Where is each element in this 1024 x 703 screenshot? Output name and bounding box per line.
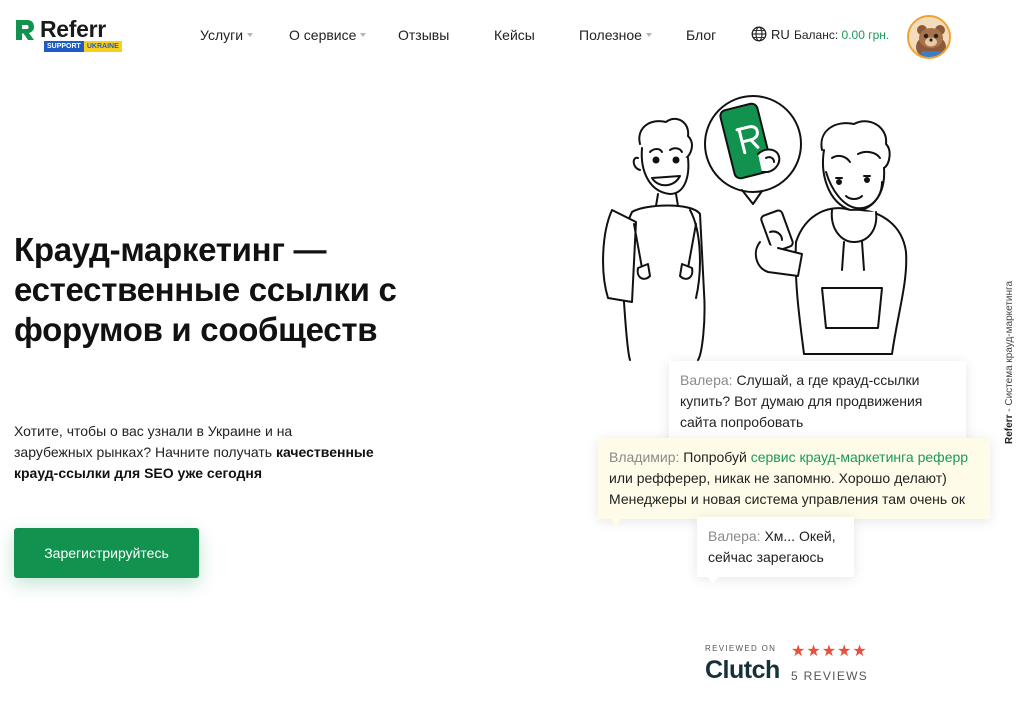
- avatar[interactable]: [907, 15, 951, 59]
- side-label: Referr - Система крауд-маркетинга: [1004, 281, 1015, 444]
- chat-message-valera-1: Валера: Слушай, а где крауд-ссылки купит…: [669, 361, 966, 442]
- nav-label: Отзывы: [398, 27, 450, 43]
- side-label-brand: Referr: [1004, 414, 1015, 444]
- side-label-text: - Система крауд-маркетинга: [1004, 280, 1015, 412]
- nav-item-cases[interactable]: Кейсы: [494, 27, 579, 43]
- logo-link[interactable]: Referr SUPPORT UKRAINE: [14, 16, 124, 52]
- nav-label: Кейсы: [494, 27, 535, 43]
- chat-message-valera-2: Валера: Хм... Окей, сейчас зарегаюсь: [697, 517, 854, 584]
- clutch-logo: Clutch: [705, 656, 780, 684]
- nav-item-reviews[interactable]: Отзывы: [398, 27, 494, 43]
- main-nav: Услуги О сервисе Отзывы Кейсы Полезное Б…: [200, 25, 716, 45]
- badge-support: SUPPORT: [44, 41, 84, 52]
- hero-lead: Хотите, чтобы о вас узнали в Украине и н…: [14, 421, 374, 484]
- bubble-tail: [707, 576, 719, 584]
- balance-link[interactable]: Баланс: 0.00 грн.: [794, 28, 889, 42]
- chat-author: Валера:: [708, 528, 761, 544]
- nav-label: О сервисе: [289, 27, 357, 43]
- balance-label: Баланс:: [794, 28, 839, 42]
- chevron-down-icon: [247, 33, 254, 37]
- logo-text: Referr: [40, 16, 106, 42]
- register-button[interactable]: Зарегистрируйтесь: [14, 528, 199, 578]
- globe-icon: [751, 26, 767, 42]
- nav-label: Полезное: [579, 27, 642, 43]
- clutch-reviewed-on: REVIEWED ON: [705, 644, 777, 653]
- hero-illustration: [602, 95, 908, 361]
- nav-item-blog[interactable]: Блог: [686, 27, 716, 43]
- nav-label: Услуги: [200, 27, 244, 43]
- star-rating-icon: ★★★★★: [791, 643, 868, 660]
- language-switcher[interactable]: RU: [751, 26, 790, 42]
- chat-text: Попробуй: [683, 449, 747, 465]
- support-ukraine-badge: SUPPORT UKRAINE: [44, 41, 122, 52]
- nav-item-useful[interactable]: Полезное: [579, 27, 686, 43]
- nav-item-services[interactable]: Услуги: [200, 27, 289, 43]
- badge-ukraine: UKRAINE: [83, 41, 122, 52]
- crowd-marketing-service-link[interactable]: сервис крауд-маркетинга реферр: [751, 449, 968, 465]
- hero-lead-text: Хотите, чтобы о вас узнали в Украине и н…: [14, 423, 293, 460]
- page-title: Крауд-маркетинг — естественные ссылки с …: [14, 231, 397, 348]
- chevron-down-icon: [645, 33, 652, 37]
- nav-label: Блог: [686, 27, 717, 43]
- chat-author: Валера:: [680, 372, 733, 388]
- clutch-review-count: 5 REVIEWS: [791, 669, 869, 683]
- avatar-image: [909, 17, 949, 57]
- balance-value: 0.00 грн.: [841, 28, 890, 42]
- clutch-reviews-widget[interactable]: REVIEWED ON Clutch ★★★★★ 5 REVIEWS: [705, 644, 880, 690]
- chat-author: Владимир:: [609, 449, 680, 465]
- chevron-down-icon: [360, 33, 367, 37]
- language-code: RU: [771, 26, 790, 42]
- chat-text: или рефферер, никак не запомню. Хорошо д…: [609, 470, 965, 507]
- referr-logo-icon: [16, 20, 34, 40]
- bubble-tail: [610, 518, 622, 526]
- nav-item-about[interactable]: О сервисе: [289, 27, 398, 43]
- chat-message-vladimir: Владимир: Попробуй сервис крауд-маркетин…: [598, 438, 990, 526]
